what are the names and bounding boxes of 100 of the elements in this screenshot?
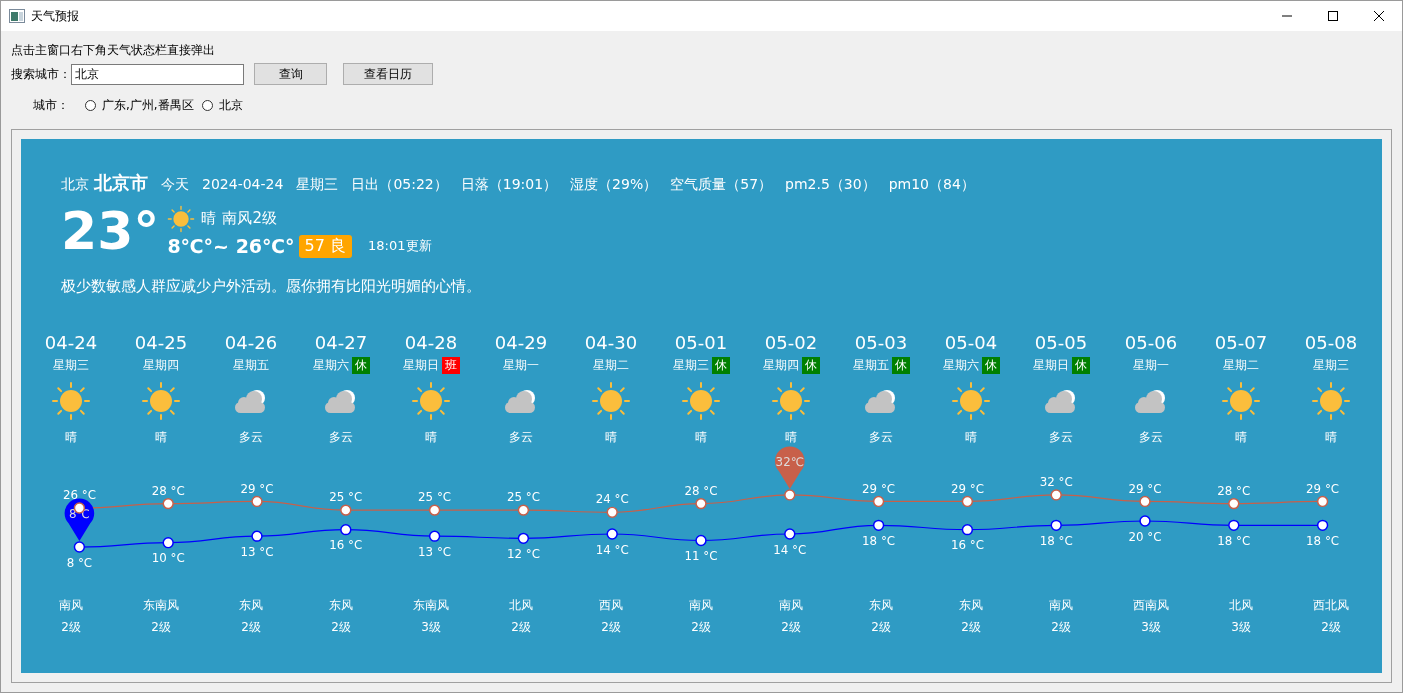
wind-level: 2级: [1321, 619, 1341, 636]
wind-level: 2级: [961, 619, 981, 636]
wind-level: 2级: [601, 619, 621, 636]
weekday-label: 星期三: [53, 356, 89, 374]
data-label: 29 °C: [862, 481, 896, 496]
weather-fact: 2024-04-24: [202, 176, 284, 192]
data-point: [961, 495, 974, 508]
annotation: 32℃: [775, 455, 804, 470]
close-icon[interactable]: [1374, 11, 1384, 21]
condition-text: 多云: [329, 429, 353, 446]
city-label: 城市：: [33, 96, 69, 114]
weekday-label: 星期二: [593, 356, 629, 374]
data-point: [162, 537, 174, 549]
radio-label[interactable]: 广东,广州,番禺区: [102, 96, 194, 114]
radio-button[interactable]: [85, 99, 96, 111]
weekday-label: 星期四: [762, 356, 799, 374]
data-label: 28 °C: [151, 483, 185, 498]
condition-text: 多云: [1049, 429, 1073, 446]
query-button[interactable]: 查询: [254, 63, 327, 85]
data-label: 32 °C: [1039, 475, 1073, 490]
data-label: 14 °C: [773, 542, 807, 557]
wind-level: 2级: [511, 619, 531, 636]
hint-text: 点击主窗口右下角天气状态栏直接弹出: [11, 42, 216, 56]
data-label: 25 °C: [506, 490, 540, 505]
data-label: 18 °C: [1306, 534, 1340, 549]
wind-direction: 西风: [599, 597, 623, 614]
radio-label[interactable]: 北京: [218, 96, 243, 114]
data-point: [73, 541, 86, 553]
forecast-date: 05-05: [1034, 332, 1088, 354]
condition-text: 晴: [605, 429, 617, 446]
holiday-tag: 休: [351, 356, 370, 374]
forecast-date: 05-07: [1214, 332, 1268, 354]
app-icon: [9, 9, 25, 23]
data-point: [695, 534, 707, 547]
data-label: 25 °C: [329, 490, 363, 505]
weather-fact: 日落（19:01）: [460, 176, 558, 194]
condition-text: 晴: [785, 429, 797, 446]
weather-fact: 湿度（29%）: [570, 176, 658, 194]
forecast-date: 05-01: [674, 332, 728, 354]
wind-direction: 北风: [509, 597, 533, 614]
data-label: 28 °C: [1217, 483, 1251, 498]
forecast-date: 04-29: [494, 332, 548, 354]
data-point: [1050, 519, 1062, 531]
wind-direction: 南风: [779, 597, 803, 614]
weather-fact: 星期三: [296, 176, 339, 194]
data-point: [606, 528, 618, 540]
sun-icon: [1221, 381, 1261, 421]
data-label: 12 °C: [506, 547, 540, 562]
holiday-tag: 休: [801, 356, 820, 374]
forecast-date: 04-28: [404, 332, 458, 354]
maximize-icon[interactable]: [1328, 11, 1338, 21]
weekday-label: 星期一: [503, 356, 539, 374]
window-title: 天气预报: [31, 7, 80, 25]
data-point: [517, 532, 530, 545]
data-point: [1316, 495, 1329, 508]
data-label: 18 °C: [1039, 534, 1073, 549]
holiday-tag: 班: [441, 356, 460, 374]
pin-marker: 32℃: [775, 446, 805, 489]
data-point: [606, 506, 618, 518]
wind-direction: 东风: [869, 597, 893, 614]
wind-direction: 东南风: [143, 597, 179, 614]
holiday-tag: 休: [1071, 356, 1090, 374]
weather-fact: pm10（84）: [888, 176, 975, 194]
holiday-tag: 休: [981, 356, 1000, 374]
wind-text: 南风2级: [222, 209, 277, 228]
wind-direction: 西北风: [1313, 597, 1349, 614]
forecast-date: 05-08: [1304, 332, 1358, 354]
weekday-label: 星期五: [852, 356, 889, 374]
condition-text: 多云: [239, 429, 263, 446]
wind-level: 2级: [691, 619, 711, 636]
data-label: 8 °C: [66, 555, 93, 570]
update-time: 18:01更新: [368, 237, 432, 255]
data-label: 25 °C: [418, 490, 452, 505]
weekday-label: 星期五: [233, 356, 269, 374]
wind-level: 2级: [61, 619, 81, 636]
weekday-label: 星期日: [1032, 356, 1069, 374]
wind-direction: 北风: [1229, 597, 1253, 614]
condition-text: 晴: [695, 429, 707, 446]
weather-fact: 今天: [161, 176, 189, 194]
data-point: [872, 519, 885, 531]
data-point: [162, 497, 174, 510]
search-field[interactable]: 北京: [71, 63, 244, 85]
temperature-range: 8℃°~ 26℃°: [167, 235, 295, 257]
current-temperature: 23°: [61, 201, 160, 261]
weekday-label: 星期三: [672, 356, 709, 374]
wind-level: 2级: [871, 619, 891, 636]
sun-icon: [1311, 381, 1351, 421]
data-point: [428, 530, 441, 542]
weekday-label: 星期三: [1313, 356, 1349, 374]
data-label: 29 °C: [240, 481, 274, 496]
forecast-date: 04-24: [44, 332, 98, 354]
forecast-date: 05-03: [854, 332, 908, 354]
forecast-date: 05-06: [1124, 332, 1178, 354]
calendar-button[interactable]: 查看日历: [343, 63, 433, 85]
condition-text: 晴: [65, 429, 77, 446]
forecast-date: 04-30: [584, 332, 638, 354]
radio-button[interactable]: [201, 99, 213, 111]
data-point: [784, 489, 796, 501]
data-label: 10 °C: [151, 551, 185, 566]
data-label: 28 °C: [684, 483, 718, 498]
